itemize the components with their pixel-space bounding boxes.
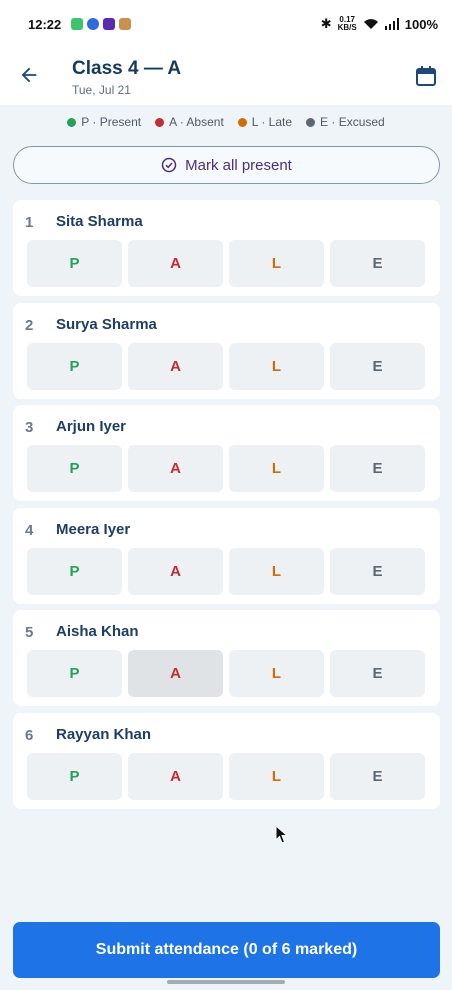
status-time: 12:22 [28, 16, 62, 32]
student-number: 4 [25, 521, 34, 539]
excused-button[interactable]: E [330, 240, 425, 287]
excused-button[interactable]: E [330, 445, 425, 493]
student-card: 3 Arjun Iyer P A L E [13, 405, 440, 502]
present-button[interactable]: P [27, 547, 122, 595]
student-card: 4 Meera Iyer P A L E [13, 507, 440, 604]
back-arrow-icon[interactable] [18, 64, 40, 86]
student-name: Aisha Khan [56, 623, 139, 641]
page-date: Tue, Jul 21 [72, 83, 131, 97]
absent-button[interactable]: A [128, 650, 223, 698]
attendance-options: P A L E [27, 547, 425, 595]
app-notification-icon [103, 18, 116, 30]
student-number: 3 [25, 419, 34, 437]
legend-dot [67, 117, 77, 127]
absent-button[interactable]: A [128, 342, 223, 390]
student-name: Meera Iyer [56, 520, 131, 538]
wifi-icon [363, 19, 378, 29]
absent-button[interactable]: A [128, 445, 223, 493]
present-button[interactable]: P [27, 342, 122, 390]
student-card: 2 Surya Sharma P A L E [13, 302, 440, 399]
app-notification-icon [71, 18, 84, 30]
student-number: 6 [25, 726, 34, 744]
student-name: Surya Sharma [56, 315, 157, 333]
student-card: 6 Rayyan Khan P A L E [13, 712, 440, 809]
student-number: 5 [25, 624, 34, 642]
student-list: 1 Sita Sharma P A L E 2 Surya Sharma P A… [13, 200, 440, 816]
excused-button[interactable]: E [330, 752, 425, 800]
student-number: 1 [25, 214, 34, 231]
mouse-cursor-icon [275, 825, 289, 844]
student-card: 5 Aisha Khan P A L E [13, 610, 440, 707]
legend-label: P · Present [81, 115, 142, 129]
absent-button[interactable]: A [128, 752, 223, 800]
gesture-home-bar [167, 980, 285, 984]
battery-level: 100% [404, 16, 438, 32]
legend-late: L · Late [237, 112, 293, 132]
page-title: Class 4 — A [72, 58, 182, 79]
present-button[interactable]: P [27, 445, 122, 493]
present-button[interactable]: P [27, 752, 122, 800]
bluetooth-icon: ✱ [320, 16, 332, 31]
signal-icon [384, 18, 399, 30]
notification-icons [71, 18, 132, 30]
app-notification-icon [119, 18, 132, 30]
legend-present: P · Present [67, 112, 141, 132]
student-card: 1 Sita Sharma P A L E [13, 200, 440, 296]
legend-dot [237, 117, 247, 127]
late-button[interactable]: L [229, 445, 324, 493]
excused-button[interactable]: E [330, 342, 425, 390]
excused-button[interactable]: E [330, 547, 425, 595]
present-button[interactable]: P [27, 650, 122, 698]
absent-button[interactable]: A [128, 240, 223, 287]
late-button[interactable]: L [229, 547, 324, 595]
status-right: ✱ 0.17 KB/S 100% [321, 16, 438, 32]
late-button[interactable]: L [229, 240, 324, 287]
late-button[interactable]: L [229, 342, 324, 390]
status-bar: 12:22 ✱ 0.17 KB/S 100% [0, 0, 452, 48]
late-button[interactable]: L [229, 650, 324, 698]
mark-all-present-button[interactable]: Mark all present [13, 146, 440, 184]
present-button[interactable]: P [27, 240, 122, 287]
legend-absent: A · Absent [155, 112, 224, 132]
legend-dot [306, 117, 316, 127]
attendance-options: P A L E [27, 342, 425, 390]
student-number: 2 [25, 316, 34, 334]
student-name: Arjun Iyer [56, 418, 127, 436]
attendance-options: P A L E [27, 240, 425, 287]
attendance-options: P A L E [27, 650, 425, 698]
student-name: Sita Sharma [56, 213, 143, 230]
excused-button[interactable]: E [330, 650, 425, 698]
student-name: Rayyan Khan [56, 725, 152, 743]
legend-dot [155, 117, 165, 127]
absent-button[interactable]: A [128, 547, 223, 595]
calendar-icon[interactable] [414, 64, 438, 88]
attendance-options: P A L E [27, 752, 425, 800]
legend-label: A · Absent [169, 115, 224, 129]
late-button[interactable]: L [229, 752, 324, 800]
status-legend: P · Present A · Absent L · Late E · Excu… [0, 112, 452, 132]
legend-label: E · Excused [320, 115, 385, 129]
header-titles: Class 4 — A Tue, Jul 21 [72, 58, 181, 97]
attendance-options: P A L E [27, 445, 425, 493]
mark-all-label: Mark all present [185, 156, 292, 174]
app-notification-icon [87, 18, 100, 30]
legend-excused: E · Excused [306, 112, 385, 132]
net-speed: 0.17 KB/S [338, 16, 357, 32]
check-circle-icon [161, 157, 177, 173]
app-bar: Class 4 — A Tue, Jul 21 [0, 48, 452, 105]
legend-label: L · Late [251, 115, 293, 129]
net-speed-unit: KB/S [337, 23, 357, 32]
submit-attendance-button[interactable]: Submit attendance (0 of 6 marked) [13, 922, 440, 978]
